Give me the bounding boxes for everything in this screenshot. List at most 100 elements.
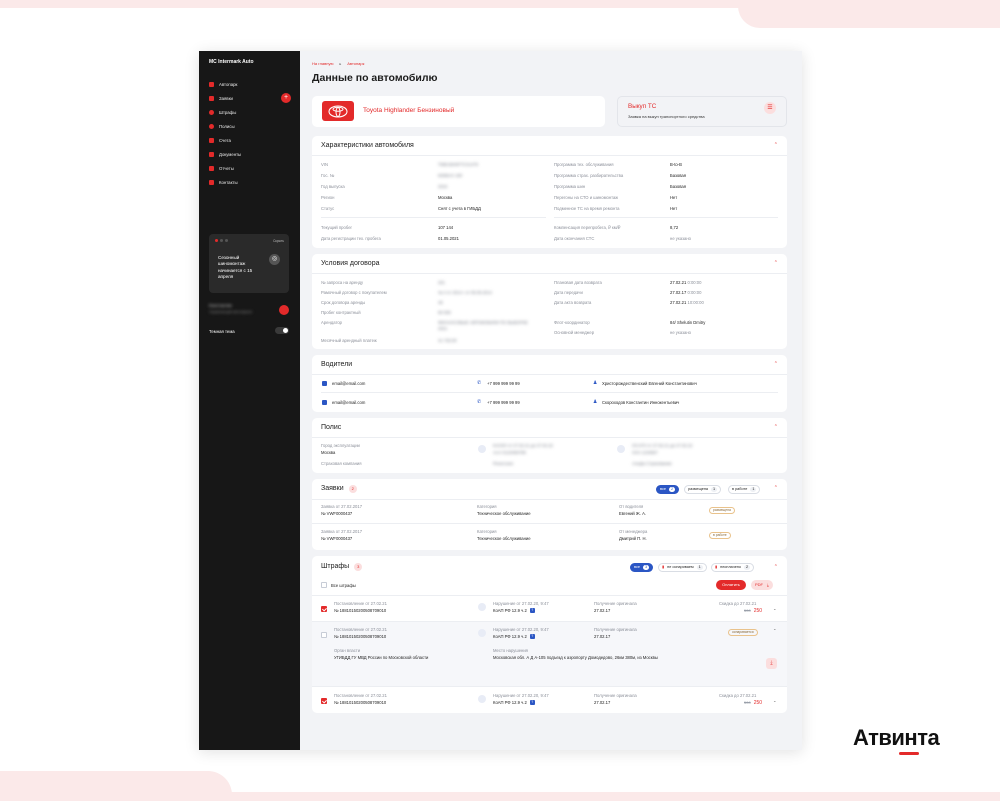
atvinta-logo: Атвинта	[853, 725, 940, 750]
help-icon[interactable]: ?	[529, 634, 535, 640]
download-icon[interactable]: ⤓	[766, 658, 777, 669]
dark-theme-toggle[interactable]	[275, 327, 289, 334]
field-value: ХХХ 1234567	[632, 450, 658, 455]
sidebar-item-policies[interactable]: Полисы	[209, 119, 291, 133]
sidebar-item-label: Документы	[219, 151, 242, 157]
sidebar-item-documents[interactable]: Документы	[209, 147, 291, 161]
field-value: 107 144	[438, 225, 454, 230]
field-value: 48	[438, 300, 443, 305]
field-label: Статус	[321, 206, 335, 211]
characteristics-section: Характеристики автомобиля ⌃ VIN TMBAB4NP…	[312, 136, 787, 248]
fine-koap: КоАП РФ 12.9 ч.2?	[493, 634, 535, 640]
field-label: Подменное ТС на время ремонта	[554, 206, 620, 211]
chevron-down-icon[interactable]: ⌄	[773, 606, 777, 611]
table-row-expanded[interactable]: Постановление от 27.02.21 № 188101502005…	[312, 622, 787, 686]
fine-price: 500 250	[744, 608, 763, 614]
sidebar-item-invoices[interactable]: Счета	[209, 133, 291, 147]
field-label: Дата окончания СТС	[554, 236, 595, 241]
field-label: Компенсация перепробега, ₽ км/₽	[554, 225, 621, 230]
background-bottom-corner	[0, 771, 232, 801]
breadcrumb-autopark[interactable]: Автопарк	[347, 61, 364, 66]
field-value: 27.02.17 0:00:00	[670, 290, 702, 295]
field-value: B-to-B	[670, 162, 682, 167]
chevron-up-icon[interactable]: ⌃	[774, 260, 778, 266]
filter-all[interactable]: все 3	[630, 563, 654, 572]
chevron-down-icon[interactable]: ⌄	[773, 698, 777, 703]
filter-placed[interactable]: размещена 1	[684, 485, 722, 494]
field-value: 2016	[438, 184, 448, 189]
field-value: 41 720,00	[438, 338, 457, 343]
sidebar-nav: Автопарк Заявки + Штрафы Полисы Счета Док…	[209, 77, 291, 189]
page-title: Данные по автомобилю	[312, 72, 438, 84]
sidebar-item-label: Заявки	[219, 95, 233, 101]
buyout-card[interactable]: Выкуп ТС Заявка на выкуп транспортного с…	[617, 96, 787, 127]
chevron-up-icon[interactable]: ⌃	[774, 142, 778, 148]
contacts-icon	[209, 179, 214, 185]
field-label: Программа страх. разбирательства	[554, 173, 624, 178]
chevron-up-icon[interactable]: ⌃	[774, 424, 778, 430]
field-label: Срок договора аренды	[321, 300, 366, 305]
sidebar-item-fines[interactable]: Штрафы	[209, 105, 291, 119]
sidebar-item-requests[interactable]: Заявки +	[209, 91, 291, 105]
list-icon[interactable]: ☰	[764, 102, 776, 114]
select-all-checkbox[interactable]	[321, 582, 327, 588]
pay-button[interactable]: Оплатить	[716, 580, 746, 590]
background-top-corner	[738, 0, 1000, 28]
field-value: Альфа Страхование	[632, 461, 672, 466]
chevron-up-icon[interactable]: ⌃	[774, 485, 778, 491]
camera-icon[interactable]	[478, 629, 486, 637]
shield-icon	[209, 123, 214, 129]
field-value: 8,72	[670, 225, 679, 230]
car-name: Toyota Highlander Бензиновый	[363, 107, 455, 114]
fine-checkbox[interactable]	[321, 606, 327, 612]
field-label: Арендатор	[321, 320, 342, 325]
field-value: 80 000	[438, 310, 451, 315]
sidebar-item-autopark[interactable]: Автопарк	[209, 77, 291, 91]
camera-icon[interactable]	[478, 695, 486, 703]
notification-hide-button[interactable]: Скрыть	[273, 239, 284, 243]
sidebar-item-contacts[interactable]: Контакты	[209, 175, 291, 189]
invoice-icon	[209, 137, 214, 143]
notification-card: Скрыть Сезонный шиномонтаж начинается с …	[209, 234, 289, 293]
request-number[interactable]: № VWF0000437	[321, 536, 352, 541]
help-icon[interactable]: ?	[529, 700, 535, 706]
field-value: № 4 от 2014 г от 05.05.2014	[438, 290, 492, 295]
field-value: не указано	[670, 236, 691, 241]
field-label: Страховая компания	[321, 461, 362, 466]
chevron-up-icon[interactable]: ⌃	[774, 564, 778, 570]
driver-email[interactable]: email@email.com	[332, 400, 365, 405]
chevron-right-icon: ▸	[339, 61, 342, 66]
person-icon: ♟	[593, 380, 598, 386]
filter-not-disputed[interactable]: ▮ не оспариваем 1	[658, 563, 707, 572]
fine-checkbox[interactable]	[321, 632, 327, 638]
sidebar-item-reports[interactable]: Отчеты	[209, 161, 291, 175]
pdf-button[interactable]: PDF ⤓	[751, 580, 773, 590]
help-icon[interactable]: ?	[529, 608, 535, 614]
buyout-subtitle: Заявка на выкуп транспортного средства	[628, 114, 705, 119]
add-request-button[interactable]: +	[281, 93, 291, 103]
filter-unpaid[interactable]: ▮ неоплачено 2	[711, 563, 755, 572]
user-profile[interactable]: Константин Управляющий автопарком	[209, 303, 291, 317]
mail-icon	[322, 381, 327, 386]
fine-number: № 18810150200508709010	[334, 700, 387, 705]
avatar[interactable]	[279, 305, 289, 315]
filter-in-progress[interactable]: в работе 1	[728, 485, 761, 494]
chevron-up-icon[interactable]: ⌃	[773, 628, 777, 633]
camera-icon[interactable]	[478, 603, 486, 611]
fine-checkbox[interactable]	[321, 698, 327, 704]
field-label: Плановая дата возврата	[554, 280, 602, 285]
field-label: Текущий пробег	[321, 225, 353, 230]
breadcrumb-home[interactable]: На главную	[312, 61, 334, 66]
field-value: Нет	[670, 206, 678, 211]
request-number[interactable]: № VWF0000437	[321, 511, 352, 516]
driver-phone[interactable]: +7 999 999 99 99	[487, 381, 520, 386]
chevron-up-icon[interactable]: ⌃	[774, 361, 778, 367]
field-label: Дата передачи	[554, 290, 583, 295]
driver-email[interactable]: email@email.com	[332, 381, 365, 386]
driver-phone[interactable]: +7 999 999 99 99	[487, 400, 520, 405]
car-list-icon	[209, 81, 214, 87]
sidebar-item-label: Отчеты	[219, 165, 234, 171]
field-value: Базовая	[670, 173, 687, 178]
field-label: Дата регистрации тех. пробега	[321, 236, 381, 241]
filter-all[interactable]: все 2	[656, 485, 680, 494]
